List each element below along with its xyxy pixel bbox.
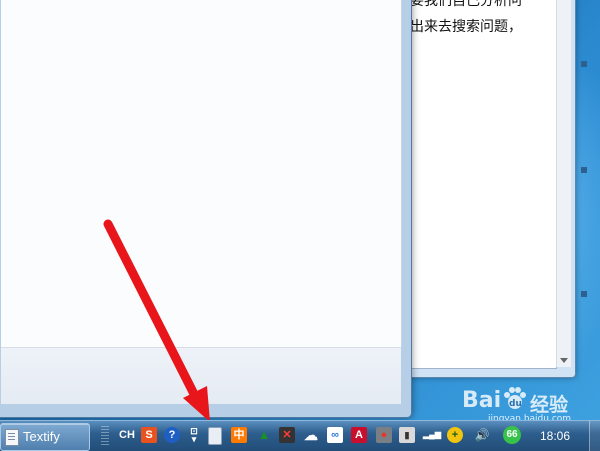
document-window[interactable]: 要我们自己分析问 出来去搜索问题， bbox=[396, 0, 587, 378]
side-marker-icon bbox=[581, 291, 587, 297]
side-marker-icon bbox=[581, 167, 587, 173]
notification-badge[interactable]: 66 bbox=[503, 426, 521, 444]
baidu-watermark: Bai du 经验 jingyan.baidu.com bbox=[462, 384, 600, 424]
blocked-network-icon[interactable]: ✕ bbox=[279, 427, 295, 443]
sogou-input-icon[interactable]: S bbox=[141, 427, 157, 443]
signal-icon[interactable]: ▂▄▆ bbox=[423, 427, 441, 443]
textify-tray-icon[interactable] bbox=[208, 427, 222, 445]
show-desktop-button[interactable] bbox=[589, 421, 600, 451]
window-content[interactable] bbox=[1, 0, 402, 347]
chinese-input-icon[interactable]: 中 bbox=[231, 427, 247, 443]
foreground-window[interactable] bbox=[0, 0, 412, 418]
taskbar-grip[interactable] bbox=[101, 426, 109, 446]
watermark-paw-text: du bbox=[509, 399, 522, 409]
taskbar: Textify CH S ? ⊡ ▾ 中 ▲ ✕ ☁ ∞ A ● ▮ ▂▄▆ + … bbox=[0, 420, 600, 451]
watermark-brand-cn: 经验 bbox=[530, 394, 569, 416]
paw-logo-icon: du bbox=[504, 387, 526, 409]
document-icon bbox=[5, 429, 19, 446]
taskbar-clock[interactable]: 18:06 bbox=[540, 429, 570, 443]
help-icon[interactable]: ? bbox=[164, 427, 180, 443]
language-indicator[interactable]: CH bbox=[119, 429, 135, 441]
adobe-icon[interactable]: A bbox=[351, 427, 367, 443]
side-marker-icon bbox=[581, 61, 587, 67]
link-icon[interactable]: ∞ bbox=[327, 427, 343, 443]
document-page[interactable]: 要我们自己分析问 出来去搜索问题， bbox=[405, 0, 557, 369]
vertical-scrollbar[interactable] bbox=[556, 0, 571, 367]
cloud-icon[interactable]: ☁ bbox=[303, 427, 319, 443]
scroll-down-arrow-icon[interactable] bbox=[560, 358, 568, 363]
green-arrow-icon[interactable]: ▲ bbox=[256, 427, 272, 443]
window-status-area bbox=[1, 347, 401, 404]
tray-overflow-icon[interactable]: ⊡ ▾ bbox=[186, 427, 202, 444]
desktop: 要我们自己分析问 出来去搜索问题， Bai du 经验 jingyan.baid… bbox=[0, 0, 600, 451]
record-icon[interactable]: ● bbox=[376, 427, 392, 443]
watermark-brand: Bai bbox=[462, 388, 502, 413]
security-plus-icon[interactable]: + bbox=[447, 427, 463, 443]
document-line-2: 出来去搜索问题， bbox=[410, 19, 522, 35]
taskbar-button-textify[interactable]: Textify bbox=[0, 423, 90, 451]
document-line-1: 要我们自己分析问 bbox=[410, 0, 522, 9]
volume-icon[interactable]: 🔊 bbox=[474, 427, 490, 443]
taskbar-button-label: Textify bbox=[23, 429, 60, 444]
usb-icon[interactable]: ▮ bbox=[399, 427, 415, 443]
